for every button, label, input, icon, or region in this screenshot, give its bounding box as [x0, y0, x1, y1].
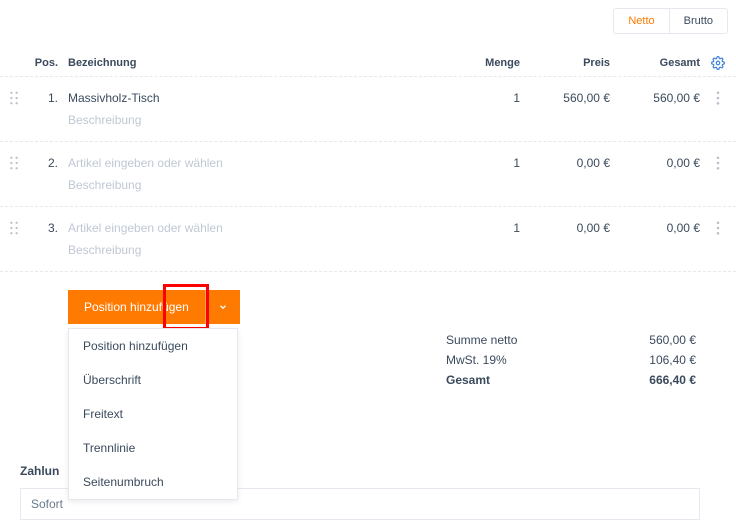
- table-header: Pos. Bezeichnung Menge Preis Gesamt: [0, 50, 736, 77]
- item-description[interactable]: Beschreibung: [68, 178, 460, 192]
- total-gross-label: Gesamt: [446, 373, 490, 387]
- total-netto-label: Summe netto: [446, 333, 517, 347]
- col-price-header: Preis: [520, 57, 610, 69]
- item-qty[interactable]: 1: [460, 221, 520, 235]
- item-price[interactable]: 0,00 €: [520, 221, 610, 235]
- item-total: 560,00 €: [610, 91, 700, 105]
- item-pos: 1.: [28, 91, 68, 105]
- item-total: 0,00 €: [610, 156, 700, 170]
- dropdown-item-heading[interactable]: Überschrift: [69, 363, 237, 397]
- total-gross-value: 666,40 €: [649, 373, 696, 387]
- col-total-header: Gesamt: [610, 57, 700, 69]
- dropdown-item-separator[interactable]: Trennlinie: [69, 431, 237, 465]
- item-pos: 3.: [28, 221, 68, 235]
- item-description[interactable]: Beschreibung: [68, 113, 460, 127]
- drag-handle-icon[interactable]: [0, 91, 28, 105]
- item-description-row: Beschreibung: [0, 174, 736, 207]
- drag-handle-icon[interactable]: [0, 221, 28, 235]
- more-icon[interactable]: [716, 156, 720, 170]
- table-row: 1.Massivholz-Tisch1560,00 €560,00 €: [0, 77, 736, 109]
- item-qty[interactable]: 1: [460, 156, 520, 170]
- col-qty-header: Menge: [460, 57, 520, 69]
- item-price[interactable]: 560,00 €: [520, 91, 610, 105]
- total-vat-label: MwSt. 19%: [446, 353, 507, 367]
- dropdown-item-pagebreak[interactable]: Seitenumbruch: [69, 465, 237, 499]
- chevron-down-icon: [218, 302, 228, 312]
- item-price[interactable]: 0,00 €: [520, 156, 610, 170]
- item-name[interactable]: Artikel eingeben oder wählen: [68, 221, 460, 235]
- item-name[interactable]: Massivholz-Tisch: [68, 91, 460, 105]
- tab-brutto[interactable]: Brutto: [669, 8, 728, 34]
- item-description[interactable]: Beschreibung: [68, 243, 460, 257]
- add-dropdown-menu: Position hinzufügen Überschrift Freitext…: [68, 328, 238, 500]
- item-name[interactable]: Artikel eingeben oder wählen: [68, 156, 460, 170]
- totals-block: Summe netto 560,00 € MwSt. 19% 106,40 € Ge…: [446, 330, 696, 390]
- more-icon[interactable]: [716, 91, 720, 105]
- item-description-row: Beschreibung: [0, 109, 736, 142]
- col-name-header: Bezeichnung: [68, 57, 460, 69]
- drag-handle-icon[interactable]: [0, 156, 28, 170]
- col-pos-header: Pos.: [28, 57, 68, 69]
- gear-icon[interactable]: [711, 56, 725, 70]
- highlight-box: [163, 284, 209, 330]
- item-total: 0,00 €: [610, 221, 700, 235]
- add-position-dropdown-button[interactable]: [205, 290, 240, 324]
- tab-netto[interactable]: Netto: [613, 8, 668, 34]
- table-row: 3.Artikel eingeben oder wählen10,00 €0,0…: [0, 207, 736, 239]
- dropdown-item-position[interactable]: Position hinzufügen: [69, 329, 237, 363]
- dropdown-item-freetext[interactable]: Freitext: [69, 397, 237, 431]
- item-description-row: Beschreibung: [0, 239, 736, 272]
- item-pos: 2.: [28, 156, 68, 170]
- table-row: 2.Artikel eingeben oder wählen10,00 €0,0…: [0, 142, 736, 174]
- more-icon[interactable]: [716, 221, 720, 235]
- total-netto-value: 560,00 €: [649, 333, 696, 347]
- total-vat-value: 106,40 €: [649, 353, 696, 367]
- item-qty[interactable]: 1: [460, 91, 520, 105]
